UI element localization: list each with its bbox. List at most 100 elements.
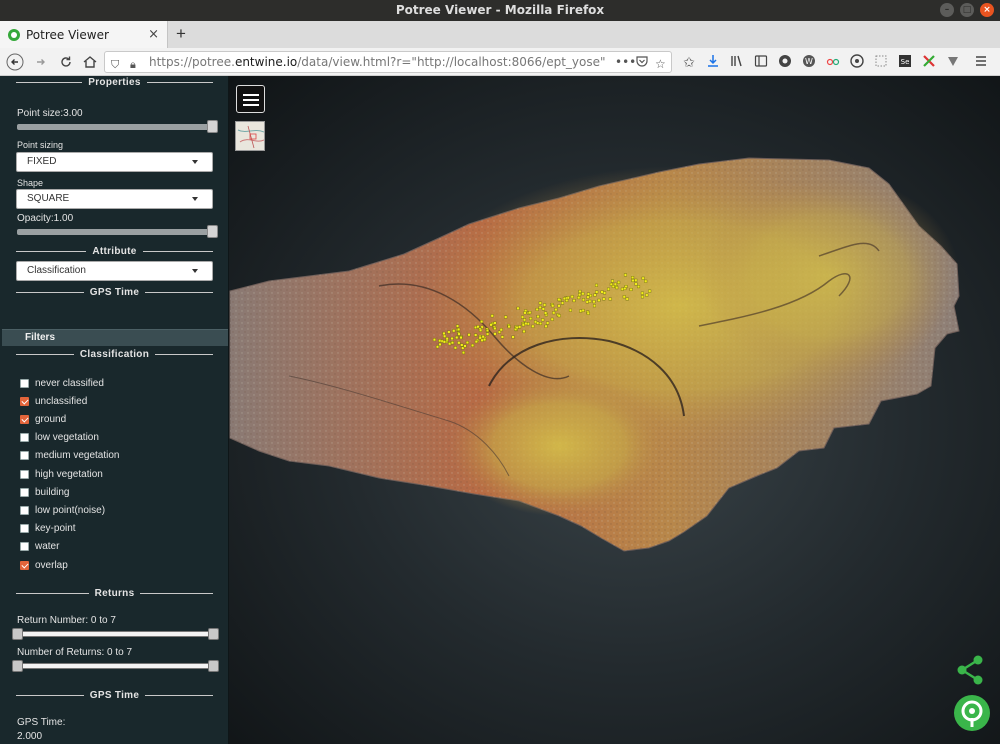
extension-filter-icon[interactable]: [944, 53, 962, 71]
highlighted-point: [603, 291, 607, 295]
highlighted-point: [480, 338, 484, 342]
highlighted-point: [524, 322, 528, 326]
classification-item[interactable]: never classified: [20, 376, 104, 390]
highlighted-point: [600, 290, 604, 294]
bookmark-star-icon[interactable]: ☆: [655, 54, 666, 72]
number-of-returns-range[interactable]: [12, 660, 219, 672]
number-of-returns-min-handle[interactable]: [12, 660, 23, 672]
classification-item[interactable]: low point(noise): [20, 503, 105, 517]
highlighted-point: [541, 307, 545, 311]
classification-label: low vegetation: [35, 432, 99, 444]
extension-wordpress-icon[interactable]: W: [800, 53, 818, 71]
classification-item[interactable]: building: [20, 485, 69, 499]
lock-icon[interactable]: 🔒︎: [130, 55, 136, 72]
page-actions-icon[interactable]: •••: [615, 52, 636, 72]
extension-dotted-icon[interactable]: [872, 53, 890, 71]
highlighted-point: [597, 298, 601, 302]
highlighted-point: [552, 311, 556, 315]
highlighted-point: [572, 299, 576, 303]
highlighted-point: [529, 317, 533, 321]
classification-item[interactable]: overlap: [20, 558, 68, 572]
return-number-min-handle[interactable]: [12, 628, 23, 640]
highlighted-point: [640, 295, 644, 299]
point-cloud-viewer[interactable]: [229, 76, 1000, 744]
highlighted-point: [448, 342, 452, 346]
classification-checkbox[interactable]: [20, 414, 29, 424]
classification-item[interactable]: ground: [20, 412, 66, 426]
map-thumbnail[interactable]: [235, 121, 265, 151]
classification-item[interactable]: key-point: [20, 522, 76, 536]
forward-button[interactable]: [32, 53, 50, 71]
point-size-slider-handle[interactable]: [207, 120, 218, 133]
tab-potree-viewer[interactable]: Potree Viewer ×: [0, 21, 168, 48]
classification-item[interactable]: high vegetation: [20, 467, 103, 481]
classification-item[interactable]: water: [20, 540, 59, 554]
reader-mode-icon[interactable]: ✩: [680, 53, 698, 71]
new-tab-button[interactable]: +: [176, 24, 186, 44]
returns-section-header: Returns: [0, 587, 228, 599]
highlighted-point: [438, 339, 442, 343]
extension-cross-icon[interactable]: [920, 53, 938, 71]
point-sizing-label: Point sizing: [17, 140, 64, 150]
classification-item[interactable]: low vegetation: [20, 431, 99, 445]
reload-button[interactable]: [57, 53, 75, 71]
library-icon[interactable]: [728, 53, 746, 71]
maximize-icon[interactable]: □: [960, 3, 974, 17]
highlighted-point: [457, 332, 461, 336]
tracking-shield-icon[interactable]: ⛉: [111, 55, 119, 72]
classification-checkbox[interactable]: [20, 542, 29, 552]
extension-circle-icon[interactable]: [848, 53, 866, 71]
highlighted-point: [445, 337, 449, 341]
classification-checkbox[interactable]: [20, 524, 29, 534]
classification-checkbox[interactable]: [20, 487, 29, 497]
highlighted-point: [474, 325, 478, 329]
opacity-slider-handle[interactable]: [207, 225, 218, 238]
tab-close-icon[interactable]: ×: [148, 27, 159, 42]
classification-checkbox[interactable]: [20, 560, 29, 570]
highlighted-point: [550, 317, 554, 321]
point-cloud-render[interactable]: [229, 76, 1000, 744]
classification-checkbox[interactable]: [20, 469, 29, 479]
attribute-select[interactable]: Classification: [16, 261, 213, 281]
filters-panel-header[interactable]: Filters: [2, 329, 228, 346]
highlighted-point: [565, 299, 569, 303]
close-window-icon[interactable]: ×: [980, 3, 994, 17]
classification-checkbox[interactable]: [20, 451, 29, 461]
opacity-slider[interactable]: [17, 225, 218, 238]
filters-label: Filters: [25, 332, 56, 343]
extension-globe-icon[interactable]: [776, 53, 794, 71]
share-icon[interactable]: [956, 654, 986, 691]
extension-glasses-icon[interactable]: [824, 53, 842, 71]
extension-se-icon[interactable]: Se: [896, 53, 914, 71]
highlighted-point: [592, 300, 596, 304]
highlighted-point: [641, 276, 645, 280]
point-sizing-select[interactable]: FIXED: [16, 152, 213, 172]
address-bar[interactable]: ⛉ 🔒︎ https://potree.entwine.io/data/view…: [104, 51, 672, 73]
minimize-icon[interactable]: –: [940, 3, 954, 17]
classification-checkbox[interactable]: [20, 433, 29, 443]
highlighted-point: [608, 297, 612, 301]
pocket-icon[interactable]: [635, 54, 649, 72]
downloads-icon[interactable]: [704, 53, 722, 71]
highlighted-point: [515, 326, 519, 330]
highlighted-point: [523, 311, 527, 315]
sidebar-toggle-icon[interactable]: [752, 53, 770, 71]
highlighted-point: [457, 327, 461, 331]
return-number-max-handle[interactable]: [208, 628, 219, 640]
number-of-returns-max-handle[interactable]: [208, 660, 219, 672]
classification-checkbox[interactable]: [20, 378, 29, 388]
home-button[interactable]: [81, 53, 99, 71]
classification-checkbox[interactable]: [20, 505, 29, 515]
shape-select[interactable]: SQUARE: [16, 189, 213, 209]
highlighted-point: [634, 278, 638, 282]
sidebar-menu-button[interactable]: [236, 85, 265, 113]
return-number-range[interactable]: [12, 628, 219, 640]
classification-item[interactable]: medium vegetation: [20, 449, 120, 463]
classification-checkbox[interactable]: [20, 396, 29, 406]
back-button[interactable]: [6, 53, 24, 71]
classification-item[interactable]: unclassified: [20, 394, 87, 408]
open-menu-icon[interactable]: [972, 53, 990, 71]
point-size-slider[interactable]: [17, 120, 218, 133]
potree-logo-icon[interactable]: [953, 694, 991, 737]
highlighted-point: [637, 285, 641, 289]
